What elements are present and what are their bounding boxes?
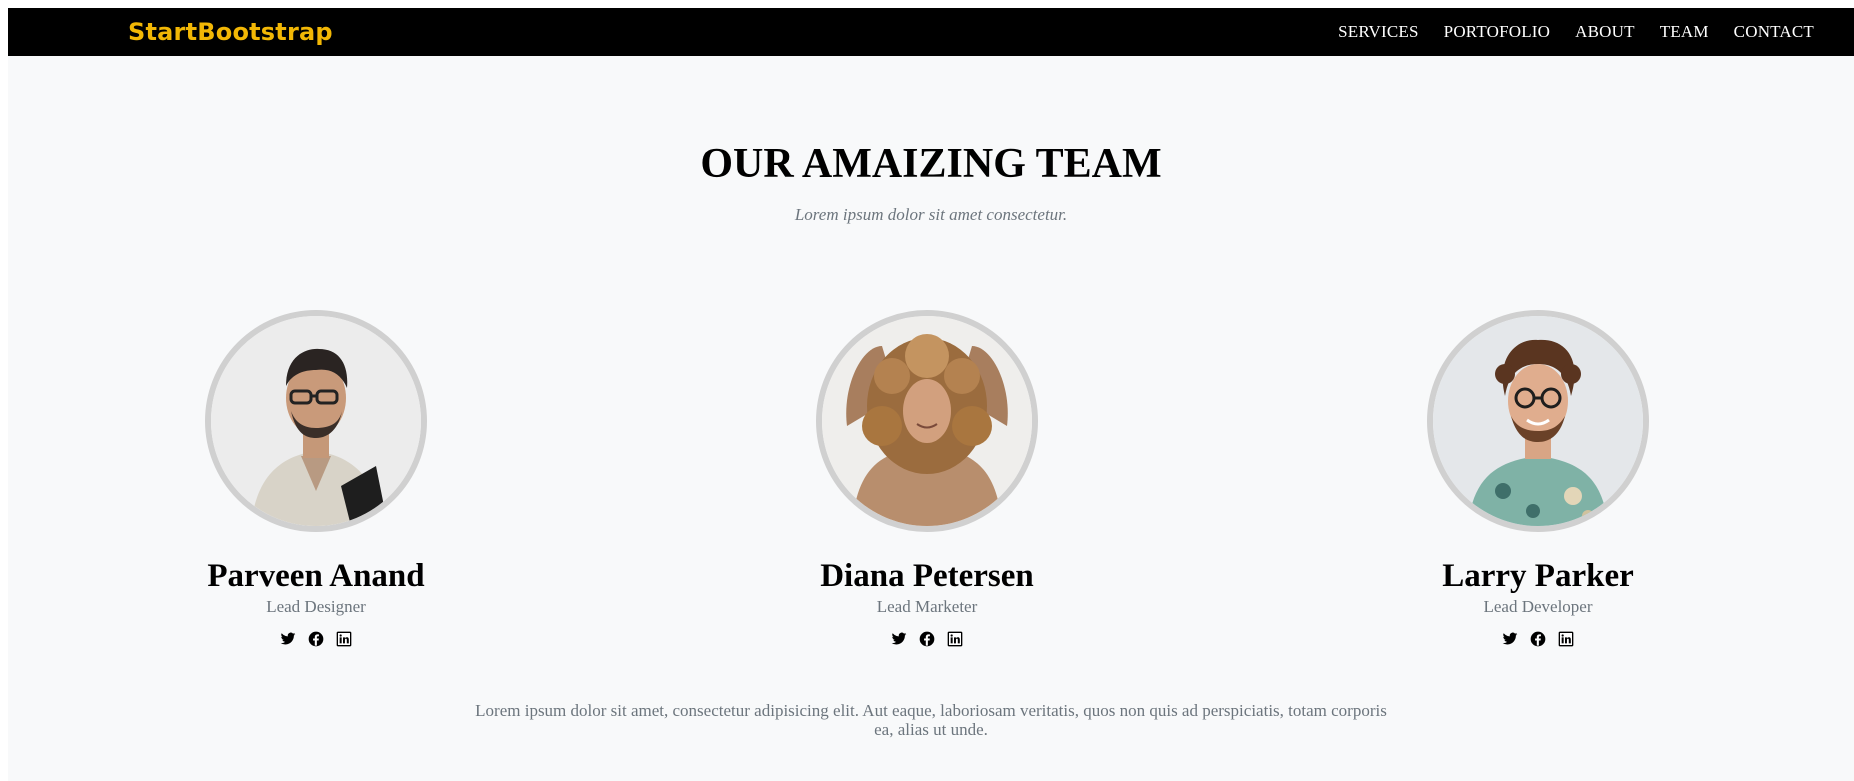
linkedin-icon[interactable] [947, 631, 963, 647]
nav-menu: SERVICES PORTOFOLIO ABOUT TEAM CONTACT [1338, 8, 1814, 56]
member-role: Lead Developer [1483, 597, 1593, 616]
twitter-icon[interactable] [280, 631, 296, 647]
twitter-icon[interactable] [891, 631, 907, 647]
member-name: Parveen Anand [207, 558, 425, 594]
nav-item-services: SERVICES [1338, 22, 1419, 42]
nav-link-services[interactable]: SERVICES [1338, 22, 1419, 41]
section-subtitle: Lorem ipsum dolor sit amet consectetur. [794, 205, 1068, 224]
member-name: Larry Parker [1442, 558, 1634, 594]
nav-link-about[interactable]: ABOUT [1575, 22, 1635, 41]
nav-link-team[interactable]: TEAM [1660, 22, 1709, 41]
avatar [816, 310, 1038, 532]
social-links [1388, 631, 1688, 647]
nav-link-portofolio[interactable]: PORTOFOLIO [1444, 22, 1550, 41]
navbar: StartBootstrap SERVICES PORTOFOLIO ABOUT… [8, 8, 1854, 56]
social-links [166, 631, 466, 647]
member-name: Diana Petersen [820, 558, 1034, 594]
page: StartBootstrap SERVICES PORTOFOLIO ABOUT… [8, 8, 1854, 781]
nav-item-team: TEAM [1660, 22, 1709, 42]
social-links [777, 631, 1077, 647]
brand-logo[interactable]: StartBootstrap [128, 19, 333, 45]
linkedin-icon[interactable] [1558, 631, 1574, 647]
man-with-glasses-photo [211, 316, 421, 526]
member-role: Lead Marketer [876, 597, 978, 616]
nav-item-about: ABOUT [1575, 22, 1635, 42]
facebook-icon[interactable] [919, 631, 935, 647]
nav-item-contact: CONTACT [1734, 22, 1814, 42]
team-member-card: Larry Parker Lead Developer [1388, 310, 1688, 647]
team-member-card: Diana Petersen Lead Marketer [777, 310, 1077, 647]
team-member-card: Parveen Anand Lead Designer [166, 310, 466, 647]
avatar [1427, 310, 1649, 532]
twitter-icon[interactable] [1502, 631, 1518, 647]
section-title: OUR AMAIZING TEAM [700, 141, 1162, 187]
nav-link-contact[interactable]: CONTACT [1734, 22, 1814, 41]
facebook-icon[interactable] [1530, 631, 1546, 647]
member-role: Lead Designer [266, 597, 366, 616]
facebook-icon[interactable] [308, 631, 324, 647]
team-description: Lorem ipsum dolor sit amet, consectetur … [475, 701, 1387, 739]
nav-item-portofolio: PORTOFOLIO [1444, 22, 1550, 42]
woman-with-curly-hair-photo [822, 316, 1032, 526]
linkedin-icon[interactable] [336, 631, 352, 647]
avatar [205, 310, 427, 532]
smiling-man-with-glasses-photo [1433, 316, 1643, 526]
